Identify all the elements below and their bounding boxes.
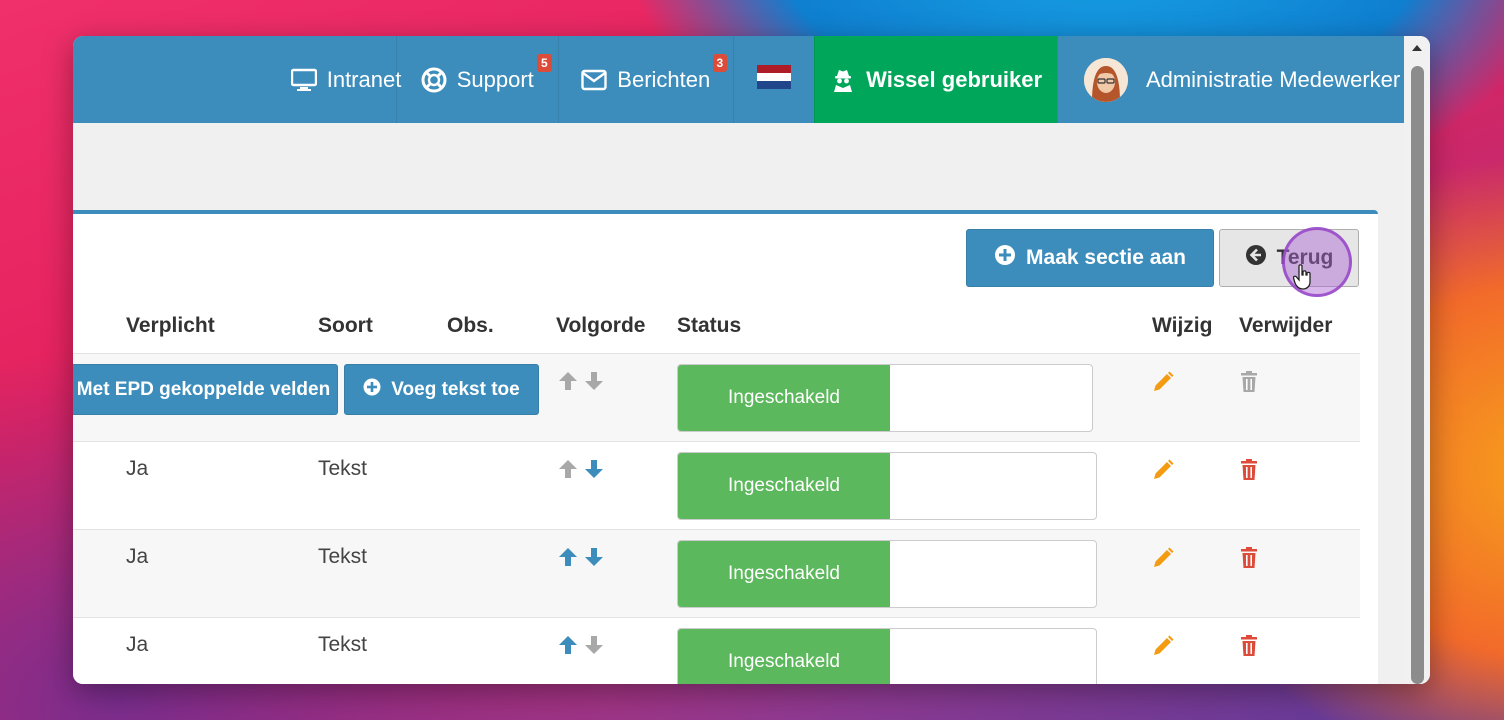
header-volgorde: Volgorde	[556, 314, 646, 337]
plus-circle-icon	[363, 378, 381, 402]
status-toggle[interactable]: Ingeschakeld	[677, 364, 1093, 432]
header-verplicht: Verplicht	[126, 314, 215, 337]
order-arrows	[557, 458, 605, 485]
maak-sectie-label: Maak sectie aan	[1026, 246, 1186, 269]
nav-language[interactable]	[733, 36, 814, 123]
lifebuoy-icon	[421, 67, 447, 93]
trash-icon[interactable]	[1239, 458, 1259, 487]
pencil-icon[interactable]	[1151, 370, 1175, 399]
arrow-down-icon	[583, 370, 605, 397]
trash-icon[interactable]	[1239, 546, 1259, 575]
browser-window: Intranet Support 5 Berichten 3 Wissel ge…	[73, 36, 1430, 684]
arrow-up-icon	[557, 370, 579, 397]
header-verwijder: Verwijder	[1239, 314, 1333, 337]
user-secret-icon	[830, 67, 856, 93]
nav-berichten-label: Berichten	[617, 66, 711, 92]
table-row: Ja Tekst Ingeschakeld	[73, 529, 1360, 617]
cell-verplicht: Ja	[126, 633, 149, 656]
nav-intranet-label: Intranet	[326, 66, 402, 92]
cell-soort: Tekst	[318, 457, 368, 480]
epd-velden-label: Met EPD gekoppelde velden	[76, 378, 331, 400]
arrow-down-icon[interactable]	[583, 546, 605, 573]
pencil-icon[interactable]	[1151, 634, 1175, 663]
voeg-tekst-label: Voeg tekst toe	[391, 378, 520, 400]
trash-icon-disabled	[1239, 370, 1259, 399]
dutch-flag-icon	[757, 64, 792, 95]
header-obs: Obs.	[447, 314, 494, 337]
table-row: Ja Tekst Ingeschakeld	[73, 441, 1360, 529]
arrow-left-circle-icon	[1245, 244, 1267, 272]
vertical-scrollbar[interactable]	[1404, 36, 1430, 684]
status-toggle[interactable]: Ingeschakeld	[677, 452, 1097, 520]
arrow-up-icon-disabled	[557, 458, 579, 485]
nav-wissel-label: Wissel gebruiker	[866, 66, 1043, 92]
plus-circle-icon	[994, 244, 1016, 272]
nav-wissel-gebruiker[interactable]: Wissel gebruiker	[814, 36, 1057, 123]
nav-user-menu[interactable]: Administratie Medewerker	[1056, 36, 1404, 123]
trash-icon[interactable]	[1239, 634, 1259, 663]
cell-verplicht: Ja	[126, 545, 149, 568]
avatar	[1083, 57, 1128, 102]
envelope-icon	[581, 67, 607, 93]
scrollbar-thumb[interactable]	[1411, 66, 1424, 684]
section-row: Met EPD gekoppelde velden Voeg tekst toe…	[73, 353, 1360, 441]
support-badge: 5	[537, 54, 552, 72]
berichten-badge: 3	[712, 54, 728, 72]
top-navbar: Intranet Support 5 Berichten 3 Wissel ge…	[73, 36, 1404, 123]
order-arrows	[557, 634, 605, 661]
monitor-icon	[290, 67, 317, 93]
maak-sectie-button[interactable]: Maak sectie aan	[966, 229, 1214, 287]
nav-berichten[interactable]: Berichten 3	[557, 36, 734, 123]
arrow-down-icon-disabled	[583, 634, 605, 661]
status-enabled: Ingeschakeld	[678, 541, 890, 607]
epd-velden-button[interactable]: Met EPD gekoppelde velden	[73, 364, 338, 415]
hand-cursor-icon	[1292, 264, 1313, 296]
header-wijzig: Wijzig	[1152, 314, 1213, 337]
scroll-up-arrow-icon[interactable]	[1409, 40, 1425, 56]
table-row: Ja Tekst Ingeschakeld	[73, 617, 1360, 684]
order-arrows	[557, 546, 605, 573]
arrow-up-icon[interactable]	[557, 546, 579, 573]
nav-user-label: Administratie Medewerker	[1145, 66, 1401, 92]
pencil-icon[interactable]	[1151, 458, 1175, 487]
header-status: Status	[677, 314, 742, 337]
status-toggle[interactable]: Ingeschakeld	[677, 540, 1097, 608]
arrow-down-icon[interactable]	[583, 458, 605, 485]
nav-support-label: Support	[456, 66, 534, 92]
cell-verplicht: Ja	[126, 457, 149, 480]
nav-support[interactable]: Support 5	[396, 36, 558, 123]
cell-soort: Tekst	[318, 633, 368, 656]
voeg-tekst-button[interactable]: Voeg tekst toe	[344, 364, 539, 415]
pencil-icon[interactable]	[1151, 546, 1175, 575]
order-arrows	[557, 370, 605, 397]
status-enabled: Ingeschakeld	[678, 365, 890, 431]
sections-panel: Maak sectie aan Terug Verplicht Soort Ob…	[73, 210, 1378, 684]
status-enabled: Ingeschakeld	[678, 629, 890, 684]
status-enabled: Ingeschakeld	[678, 453, 890, 519]
status-toggle[interactable]: Ingeschakeld	[677, 628, 1097, 684]
header-soort: Soort	[318, 314, 373, 337]
cell-soort: Tekst	[318, 545, 368, 568]
nav-intranet[interactable]: Intranet	[290, 36, 401, 123]
arrow-up-icon[interactable]	[557, 634, 579, 661]
